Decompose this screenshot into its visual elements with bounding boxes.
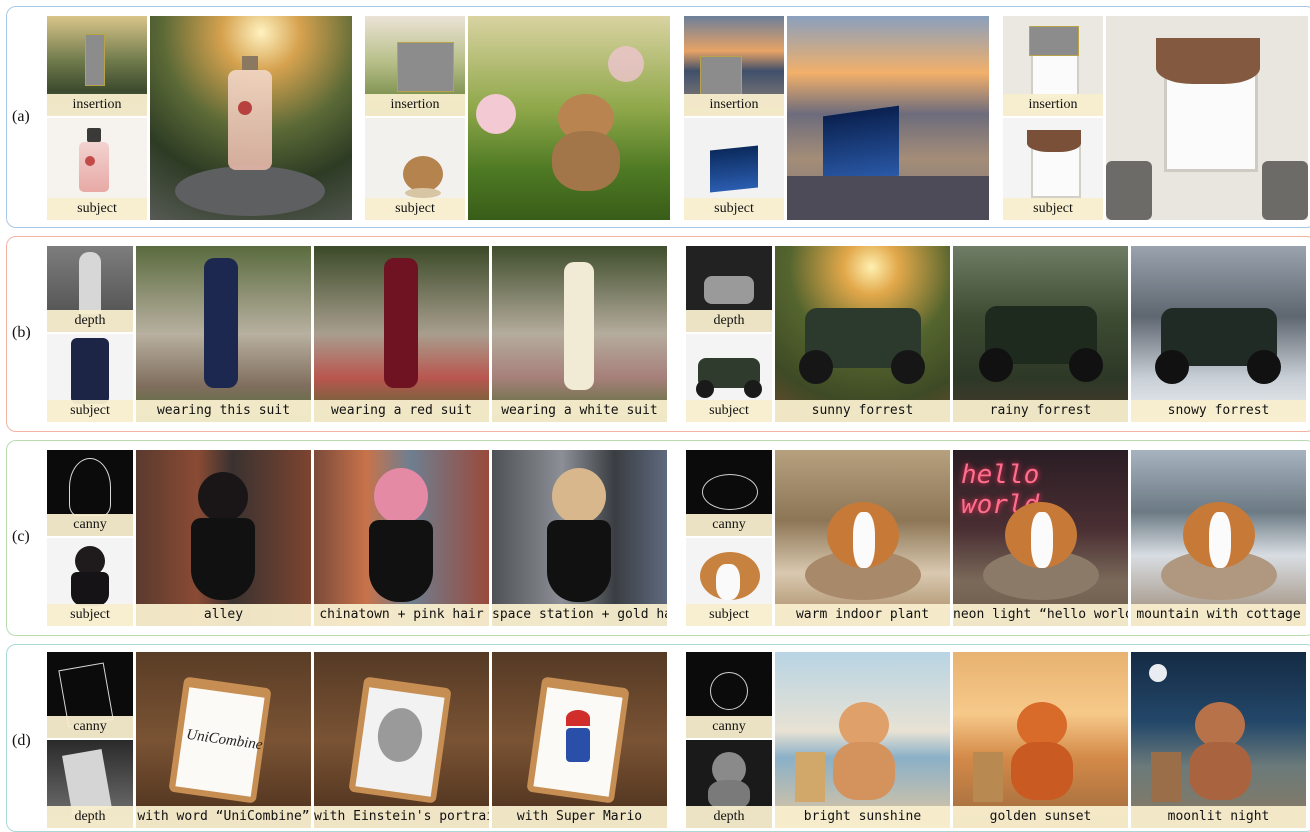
canny-thumb-guinea-pig: canny (686, 450, 772, 536)
caption-c-right-2: mountain with cottage (1131, 604, 1306, 626)
caption-c-left-0: alley (136, 604, 311, 626)
caption-insertion: insertion (47, 94, 147, 116)
result-doll-alley: alley (136, 450, 311, 626)
caption-insertion: insertion (684, 94, 784, 116)
subject-thumb-kitten: subject (365, 118, 465, 220)
caption-canny: canny (686, 514, 772, 536)
caption-subject: subject (686, 400, 772, 422)
subject-thumb-canvas: subject (684, 118, 784, 220)
depth-thumb-clipboard: depth (47, 740, 133, 828)
result-guinea-pig-indoor: warm indoor plant (775, 450, 950, 626)
caption-d-left-2: with Super Mario (492, 806, 667, 828)
caption-insertion: insertion (365, 94, 465, 116)
caption-b-left-0: wearing this suit (136, 400, 311, 422)
caption-subject: subject (47, 198, 147, 220)
row-label-b: (b) (12, 324, 31, 341)
caption-subject: subject (365, 198, 465, 220)
caption-c-right-1: neon light “hello world” (953, 604, 1128, 626)
caption-b-right-1: rainy forrest (953, 400, 1128, 422)
caption-subject: subject (47, 400, 133, 422)
result-navy-suit: wearing this suit (136, 246, 311, 422)
subject-thumb-perfume: subject (47, 118, 147, 220)
caption-canny: canny (47, 716, 133, 738)
canny-thumb-doll: canny (47, 450, 133, 536)
canny-thumb-plush: canny (686, 652, 772, 738)
canny-thumb-clipboard: canny (47, 652, 133, 738)
caption-d-right-1: golden sunset (953, 806, 1128, 828)
caption-b-left-1: wearing a red suit (314, 400, 489, 422)
caption-depth: depth (47, 310, 133, 332)
insertion-thumb-beach: insertion (684, 16, 784, 116)
insertion-thumb-flowers: insertion (365, 16, 465, 116)
result-doll-space-station: space station + gold hair (492, 450, 667, 626)
result-guinea-pig-mountain: mountain with cottage (1131, 450, 1306, 626)
caption-canny: canny (686, 716, 772, 738)
depth-thumb-atv: depth (686, 246, 772, 332)
result-white-suit: wearing a white suit (492, 246, 667, 422)
result-atv-snowy: snowy forrest (1131, 246, 1306, 422)
subject-thumb-suit: subject (47, 334, 133, 422)
result-room-with-curtain (1106, 16, 1308, 220)
row-label-d: (d) (12, 732, 31, 749)
caption-d-right-2: moonlit night (1131, 806, 1306, 828)
result-plush-sunset: golden sunset (953, 652, 1128, 828)
subject-thumb-curtain: subject (1003, 118, 1103, 220)
result-clipboard-unicombine: UniCombine with word “UniCombine” (136, 652, 311, 828)
caption-d-right-0: bright sunshine (775, 806, 950, 828)
result-doll-chinatown: chinatown + pink hair (314, 450, 489, 626)
caption-subject: subject (684, 198, 784, 220)
caption-b-left-2: wearing a white suit (492, 400, 667, 422)
caption-d-left-1: with Einstein's portrait (314, 806, 489, 828)
subject-thumb-guinea-pig: subject (686, 538, 772, 626)
depth-thumb-plush: depth (686, 740, 772, 828)
caption-subject: subject (1003, 198, 1103, 220)
caption-subject: subject (47, 604, 133, 626)
depth-thumb-person: depth (47, 246, 133, 332)
result-plush-moonlit: moonlit night (1131, 652, 1306, 828)
caption-depth: depth (686, 806, 772, 828)
caption-subject: subject (686, 604, 772, 626)
row-label-c: (c) (12, 528, 30, 545)
subject-thumb-atv: subject (686, 334, 772, 422)
caption-depth: depth (47, 806, 133, 828)
caption-d-left-0: with word “UniCombine” (136, 806, 311, 828)
result-red-suit: wearing a red suit (314, 246, 489, 422)
caption-canny: canny (47, 514, 133, 536)
row-label-a: (a) (12, 108, 30, 125)
result-clipboard-mario: with Super Mario (492, 652, 667, 828)
subject-thumb-doll: subject (47, 538, 133, 626)
result-perfume-on-stone (150, 16, 352, 220)
caption-depth: depth (686, 310, 772, 332)
caption-c-right-0: warm indoor plant (775, 604, 950, 626)
caption-c-left-1: chinatown + pink hair (314, 604, 489, 626)
result-atv-rainy: rainy forrest (953, 246, 1128, 422)
insertion-thumb-garden: insertion (47, 16, 147, 116)
caption-c-left-2: space station + gold hair (492, 604, 667, 626)
result-clipboard-einstein: with Einstein's portrait (314, 652, 489, 828)
result-guinea-pig-neon: hello world neon light “hello world” (953, 450, 1128, 626)
result-plush-sunshine: bright sunshine (775, 652, 950, 828)
caption-b-right-2: snowy forrest (1131, 400, 1306, 422)
result-canvas-on-beach (787, 16, 989, 220)
caption-b-right-0: sunny forrest (775, 400, 950, 422)
result-atv-sunny: sunny forrest (775, 246, 950, 422)
insertion-thumb-window: insertion (1003, 16, 1103, 116)
result-kitten-in-garden (468, 16, 670, 220)
caption-insertion: insertion (1003, 94, 1103, 116)
